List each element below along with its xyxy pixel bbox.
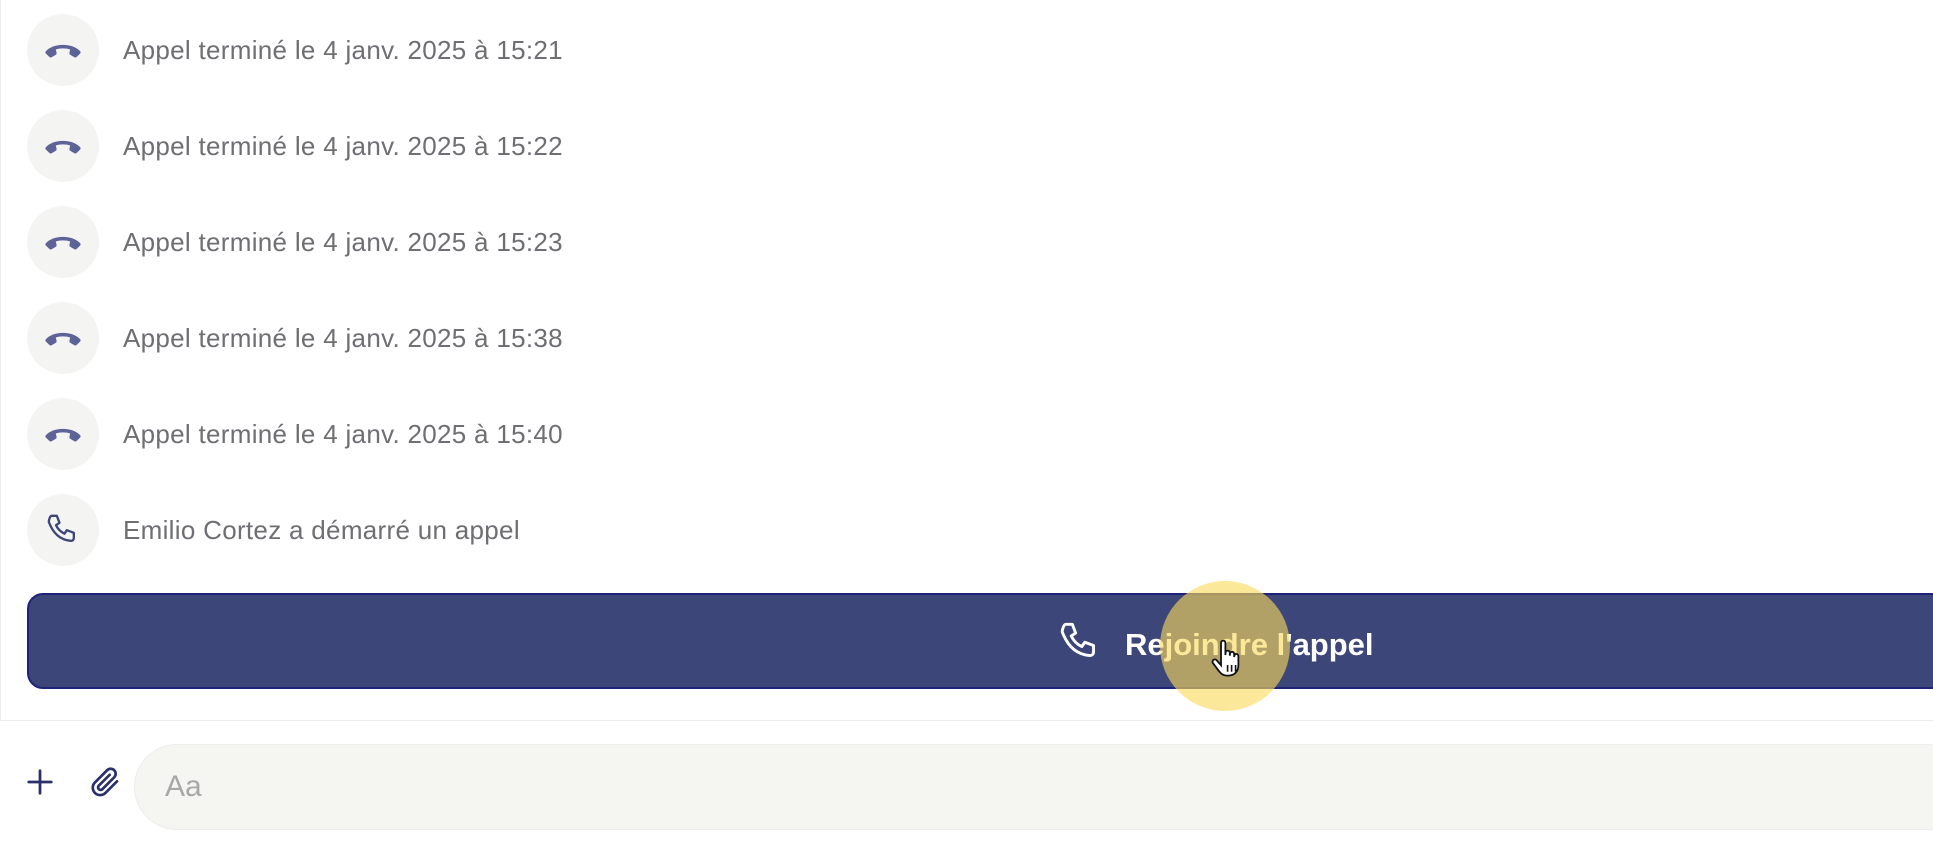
call-event-text: Appel terminé le 4 janv. 2025 à 15:22 [123,130,563,161]
message-composer [0,721,1933,852]
call-event-text: Appel terminé le 4 janv. 2025 à 15:38 [123,322,563,353]
paperclip-icon [88,765,122,804]
call-event-row: Appel terminé le 4 janv. 2025 à 15:22 [27,110,563,182]
call-ended-icon [27,14,99,86]
call-event-row: Appel terminé le 4 janv. 2025 à 15:38 [27,302,563,374]
call-event-row: Appel terminé le 4 janv. 2025 à 15:40 [27,398,563,470]
call-ended-icon [27,302,99,374]
join-call-label: Rejoindre l'appel [1125,626,1374,662]
join-call-content: Rejoindre l'appel [1055,617,1374,672]
chat-history: Appel terminé le 4 janv. 2025 à 15:21 Ap… [0,0,1933,720]
call-event-text: Appel terminé le 4 janv. 2025 à 15:21 [123,34,563,65]
plus-icon [25,767,55,802]
join-call-button[interactable]: Rejoindre l'appel [27,593,1933,689]
add-button[interactable] [22,766,58,802]
phone-icon [27,494,99,566]
call-started-row: Emilio Cortez a démarré un appel [27,494,520,566]
message-input[interactable] [134,744,1933,830]
call-event-row: Appel terminé le 4 janv. 2025 à 15:23 [27,206,563,278]
call-event-text: Appel terminé le 4 janv. 2025 à 15:23 [123,226,563,257]
call-event-text: Appel terminé le 4 janv. 2025 à 15:40 [123,418,563,449]
phone-icon [1055,617,1105,672]
call-ended-icon [27,206,99,278]
call-event-text: Emilio Cortez a démarré un appel [123,514,520,545]
call-ended-icon [27,398,99,470]
attach-button[interactable] [86,765,124,803]
call-event-row: Appel terminé le 4 janv. 2025 à 15:21 [27,14,563,86]
call-ended-icon [27,110,99,182]
